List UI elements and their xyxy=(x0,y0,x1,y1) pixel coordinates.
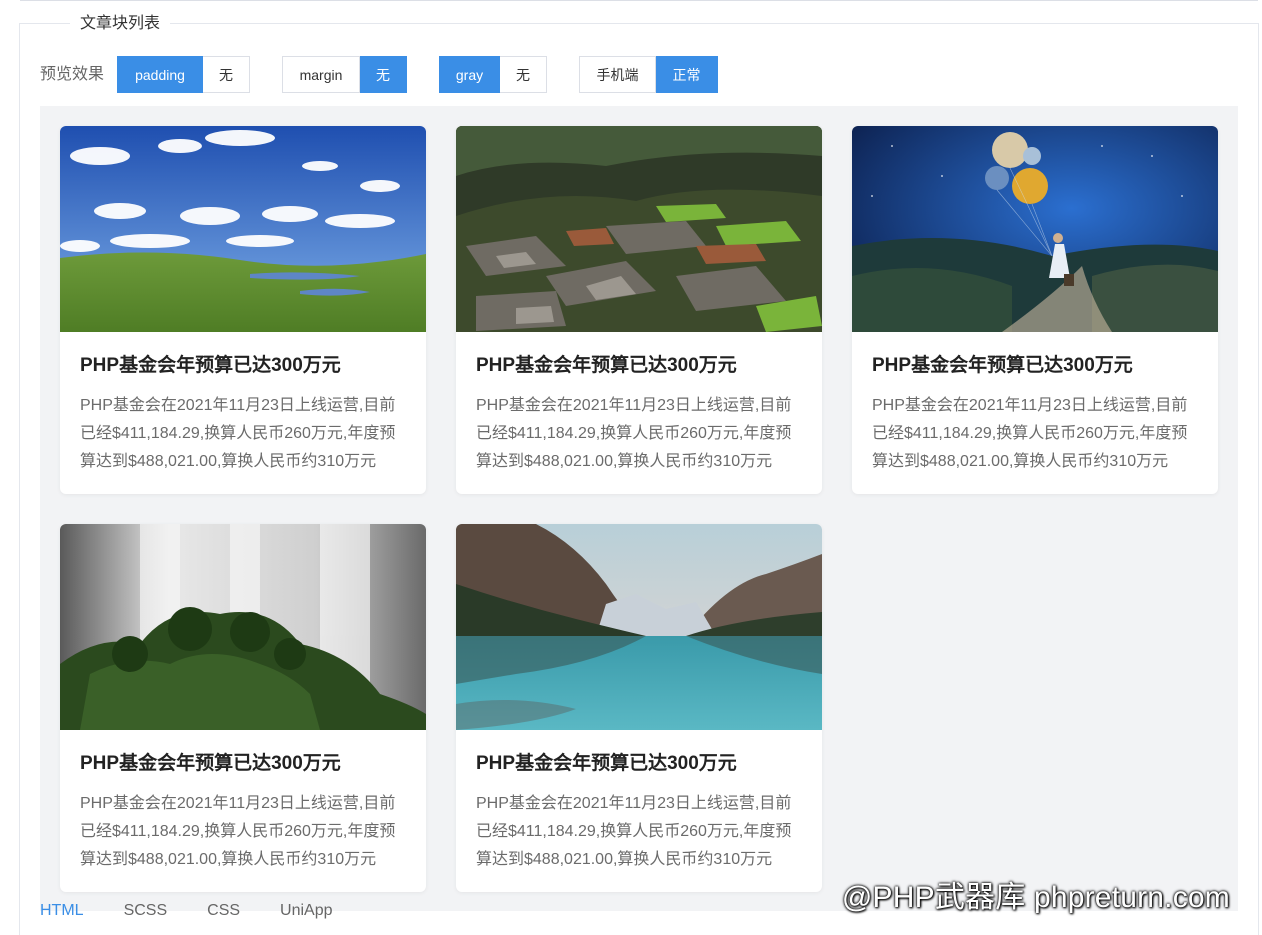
padding-button[interactable]: padding xyxy=(117,56,204,93)
card-description: PHP基金会在2021年11月23日上线运营,目前已经$411,184.29,换… xyxy=(872,397,1188,470)
meadow-sky-photo xyxy=(60,126,426,332)
card-body: PHP基金会年预算已达300万元 PHP基金会在2021年11月23日上线运营,… xyxy=(456,730,822,874)
article-block-list-section: 文章块列表 预览效果 padding 无 margin 无 gray 无 手机端… xyxy=(19,12,1259,935)
top-divider xyxy=(20,0,1258,1)
card-description: PHP基金会在2021年11月23日上线运营,目前已经$411,184.29,换… xyxy=(476,397,792,470)
card-body: PHP基金会年预算已达300万元 PHP基金会在2021年11月23日上线运营,… xyxy=(60,730,426,874)
article-card[interactable]: PHP基金会年预算已达300万元 PHP基金会在2021年11月23日上线运营,… xyxy=(60,126,426,494)
card-description: PHP基金会在2021年11月23日上线运营,目前已经$411,184.29,换… xyxy=(476,795,792,868)
preview-area: PHP基金会年预算已达300万元 PHP基金会在2021年11月23日上线运营,… xyxy=(40,106,1238,911)
gray-button[interactable]: gray xyxy=(439,56,501,93)
card-title: PHP基金会年预算已达300万元 xyxy=(80,753,341,774)
card-title: PHP基金会年预算已达300万元 xyxy=(476,753,737,774)
padding-toggle-group: padding 无 xyxy=(117,56,251,93)
card-title: PHP基金会年预算已达300万元 xyxy=(872,355,1133,376)
article-card[interactable]: PHP基金会年预算已达300万元 PHP基金会在2021年11月23日上线运营,… xyxy=(456,126,822,494)
section-legend: 文章块列表 xyxy=(70,12,171,36)
card-body: PHP基金会年预算已达300万元 PHP基金会在2021年11月23日上线运营,… xyxy=(60,332,426,476)
gray-none-button[interactable]: 无 xyxy=(500,56,548,93)
preview-effect-label: 预览效果 xyxy=(40,66,105,83)
device-toggle-group: 手机端 正常 xyxy=(579,56,719,93)
girl-planet-balloons-photo xyxy=(852,126,1218,332)
tab-uniapp[interactable]: UniApp xyxy=(280,897,332,925)
tab-scss[interactable]: SCSS xyxy=(124,897,168,925)
card-title: PHP基金会年预算已达300万元 xyxy=(476,355,737,376)
margin-button[interactable]: margin xyxy=(282,56,361,93)
watermark: @PHP武器库 phpreturn.com xyxy=(841,881,1230,914)
waterfall-tree-photo xyxy=(60,524,426,730)
tab-css[interactable]: CSS xyxy=(207,897,240,925)
card-description: PHP基金会在2021年11月23日上线运营,目前已经$411,184.29,换… xyxy=(80,397,396,470)
card-title: PHP基金会年预算已达300万元 xyxy=(80,355,341,376)
margin-none-button[interactable]: 无 xyxy=(360,56,408,93)
card-body: PHP基金会年预算已达300万元 PHP基金会在2021年11月23日上线运营,… xyxy=(456,332,822,476)
card-body: PHP基金会年预算已达300万元 PHP基金会在2021年11月23日上线运营,… xyxy=(852,332,1218,476)
tab-html[interactable]: HTML xyxy=(40,897,84,925)
normal-button[interactable]: 正常 xyxy=(656,56,719,93)
gray-toggle-group: gray 无 xyxy=(439,56,548,93)
code-tabs: HTML SCSS CSS UniApp xyxy=(40,897,373,925)
mountain-lake-photo xyxy=(456,524,822,730)
padding-none-button[interactable]: 无 xyxy=(203,56,251,93)
rice-terraces-photo xyxy=(456,126,822,332)
article-card[interactable]: PHP基金会年预算已达300万元 PHP基金会在2021年11月23日上线运营,… xyxy=(456,524,822,892)
margin-toggle-group: margin 无 xyxy=(282,56,408,93)
article-card[interactable]: PHP基金会年预算已达300万元 PHP基金会在2021年11月23日上线运营,… xyxy=(852,126,1218,494)
preview-toolbar: 预览效果 padding 无 margin 无 gray 无 手机端 正常 xyxy=(40,56,750,93)
card-description: PHP基金会在2021年11月23日上线运营,目前已经$411,184.29,换… xyxy=(80,795,396,868)
article-card[interactable]: PHP基金会年预算已达300万元 PHP基金会在2021年11月23日上线运营,… xyxy=(60,524,426,892)
mobile-button[interactable]: 手机端 xyxy=(579,56,657,93)
